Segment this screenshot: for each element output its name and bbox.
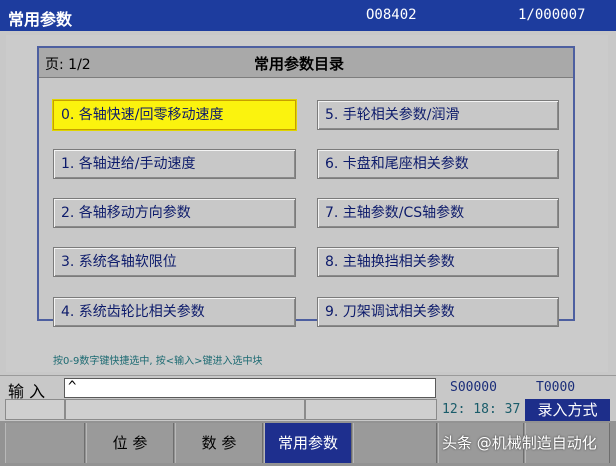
- mode-indicator: 录入方式: [525, 399, 610, 421]
- title-bar: 常用参数 O08402 1/000007: [0, 0, 616, 31]
- softkey-bit-params[interactable]: 位 参: [86, 423, 174, 463]
- option-9-turret[interactable]: 9. 刀架调试相关参数: [317, 297, 559, 327]
- status-cell-2: [65, 399, 305, 420]
- tool-readout: T0000: [536, 380, 576, 395]
- option-4-gear-ratio[interactable]: 4. 系统齿轮比相关参数: [53, 297, 296, 327]
- status-row: 12: 18: 37 录入方式: [0, 399, 616, 421]
- option-5-handwheel[interactable]: 5. 手轮相关参数/润滑: [317, 100, 559, 130]
- option-8-gear-shift[interactable]: 8. 主轴换挡相关参数: [317, 247, 559, 277]
- block-counter: 1/000007: [518, 7, 586, 23]
- spindle-readout: S00000: [450, 380, 497, 395]
- option-3-soft-limit[interactable]: 3. 系统各轴软限位: [53, 247, 296, 277]
- option-2-direction[interactable]: 2. 各轴移动方向参数: [53, 198, 296, 228]
- status-cell-3: [305, 399, 437, 420]
- softkey-blank-1[interactable]: [5, 423, 85, 463]
- program-number: O08402: [366, 7, 417, 23]
- softkey-data-params[interactable]: 数 参: [175, 423, 263, 463]
- panel-header: 页: 1/2 常用参数目录: [39, 48, 573, 78]
- clock: 12: 18: 37: [438, 400, 524, 420]
- watermark: 头条 @机械制造自动化: [442, 434, 597, 452]
- input-row: 输 入 ^ S00000 T0000: [0, 375, 616, 401]
- panel-title: 常用参数目录: [254, 55, 345, 73]
- parameter-directory-panel: 页: 1/2 常用参数目录: [37, 46, 575, 321]
- softkey-common-params[interactable]: 常用参数: [264, 423, 352, 463]
- option-0-rapid-speed[interactable]: 0. 各轴快速/回零移动速度: [53, 100, 296, 130]
- input-field[interactable]: ^: [64, 378, 436, 398]
- option-6-chuck-tailstock[interactable]: 6. 卡盘和尾座相关参数: [317, 149, 559, 179]
- option-7-spindle[interactable]: 7. 主轴参数/CS轴参数: [317, 198, 559, 228]
- hint-text: 按0-9数字键快捷选中, 按<输入>键进入选中块: [53, 356, 263, 367]
- option-1-feed-speed[interactable]: 1. 各轴进给/手动速度: [53, 149, 296, 179]
- page-indicator: 页: 1/2: [45, 57, 91, 73]
- screen-title: 常用参数: [8, 10, 73, 29]
- status-cell-1: [5, 399, 65, 420]
- softkey-blank-2[interactable]: [353, 423, 437, 463]
